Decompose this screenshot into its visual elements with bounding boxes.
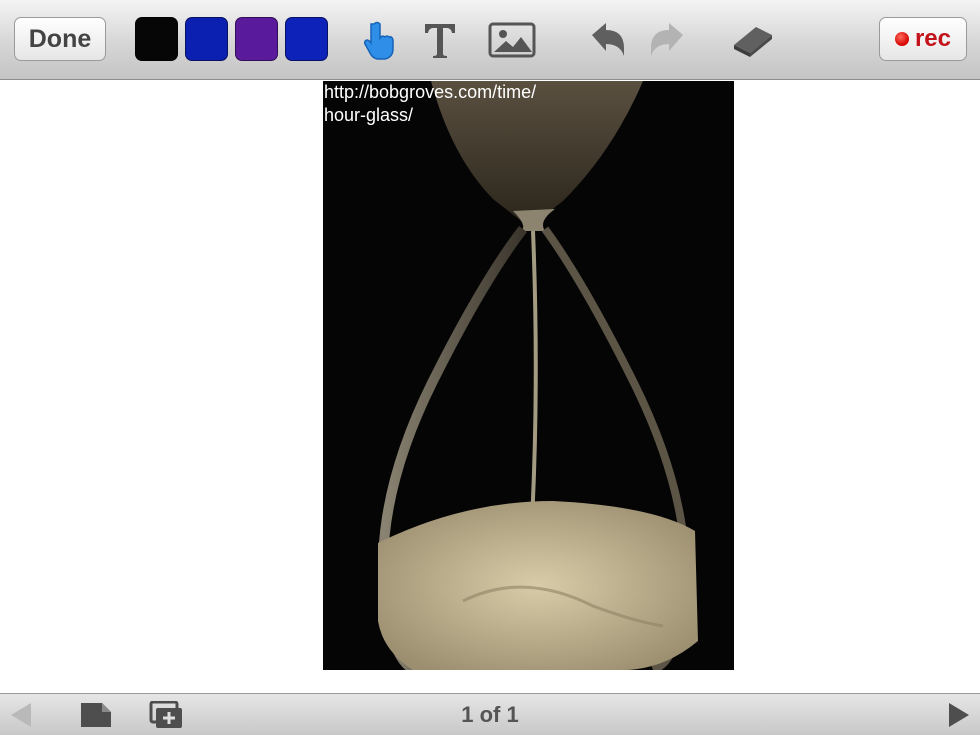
text-icon[interactable] [420,18,460,62]
record-label: rec [914,25,952,52]
redo-icon[interactable] [648,18,686,62]
record-dot-icon [894,32,909,46]
page-indicator: 1 of 1 [461,702,519,727]
done-button[interactable]: Done [14,17,106,61]
bottom-toolbar: 1 of 1 [0,693,980,735]
record-button[interactable]: rec [879,17,967,61]
image-icon[interactable] [487,18,537,62]
undo-icon[interactable] [589,18,627,62]
eraser-icon[interactable] [730,18,776,62]
color-swatch-blue[interactable] [185,17,228,61]
color-swatch-black[interactable] [135,17,178,61]
caption-line-2: hour-glass/ [324,105,414,125]
color-swatch-purple[interactable] [235,17,278,61]
app-window: Done rec http://bobgroves.com/time/ hour… [0,0,980,735]
image-caption: http://bobgroves.com/time/ hour-glass/ [324,81,536,127]
next-page-icon[interactable] [946,694,972,735]
color-swatch-blue-2[interactable] [285,17,328,61]
caption-line-1: http://bobgroves.com/time/ [324,82,537,102]
hourglass-image[interactable]: http://bobgroves.com/time/ hour-glass/ [323,81,734,670]
drawing-canvas[interactable]: http://bobgroves.com/time/ hour-glass/ [0,81,980,693]
top-toolbar: Done rec [0,0,980,80]
pointer-hand-icon[interactable] [362,18,398,62]
